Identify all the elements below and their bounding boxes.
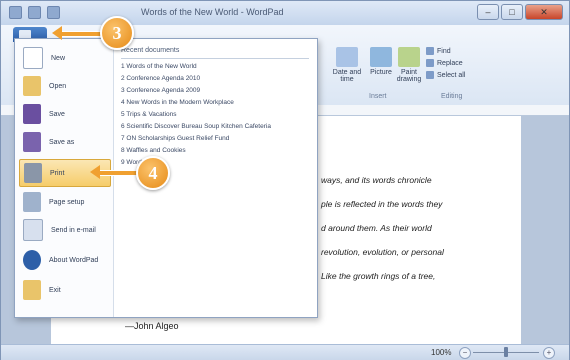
email-icon [23,219,43,241]
insert-group-label: Insert [369,93,387,100]
menu-item-new[interactable]: New [19,45,109,71]
close-button[interactable]: ✕ [525,4,563,20]
zoom-in-button[interactable]: + [543,347,555,359]
document-line: ple is reflected in the words they [321,199,443,209]
document-line: revolution, evolution, or personal [321,247,444,257]
maximize-button[interactable]: □ [501,4,523,20]
zoom-slider-thumb[interactable] [504,347,508,357]
window-title: Words of the New World - WordPad [141,7,284,17]
exit-icon [23,280,41,300]
recent-item[interactable]: 8 Waffles and Cookies [121,147,186,154]
printer-icon [24,163,42,183]
select-all-icon [426,71,434,79]
document-line: Like the growth rings of a tree, [321,271,436,281]
find-button[interactable]: Find [426,47,451,55]
editing-group-label: Editing [441,93,463,100]
document-line: d around them. As their world [321,223,432,233]
recent-item[interactable]: 4 New Words in the Modern Workplace [121,99,234,106]
status-bar: 100% − + [1,344,569,360]
about-icon [23,250,41,270]
recent-item[interactable]: 3 Conference Agenda 2009 [121,87,200,94]
qat-redo-icon[interactable] [47,6,60,19]
document-author: —John Algeo [125,321,179,331]
find-icon [426,47,434,55]
new-document-icon [23,47,43,69]
menu-item-page-setup[interactable]: Page setup [19,189,109,215]
qat-undo-icon[interactable] [28,6,41,19]
replace-button[interactable]: Replace [426,59,463,67]
save-as-icon [23,132,41,152]
menu-item-save[interactable]: Save [19,101,109,127]
menu-item-exit[interactable]: Exit [19,277,109,303]
step-4-callout: 4 [136,156,170,190]
zoom-out-button[interactable]: − [459,347,471,359]
paint-drawing-button[interactable]: Paint drawing [393,47,425,83]
replace-icon [426,59,434,67]
save-icon [23,104,41,124]
paint-icon [398,47,420,67]
open-folder-icon [23,76,41,96]
document-line: ways, and its words chronicle [321,175,432,185]
recent-divider [121,58,309,59]
calendar-icon [336,47,358,67]
title-bar: Words of the New World - WordPad – □ ✕ [1,1,569,25]
page-setup-icon [23,192,41,212]
step-3-callout: 3 [100,16,134,50]
menu-item-send-email[interactable]: Send in e-mail [19,217,109,243]
date-time-button[interactable]: Date and time [331,47,363,83]
menu-item-about[interactable]: About WordPad [19,247,109,273]
recent-item[interactable]: 2 Conference Agenda 2010 [121,75,200,82]
recent-item[interactable]: 5 Trips & Vacations [121,111,177,118]
recent-documents-title: Recent documents [121,47,180,54]
select-all-button[interactable]: Select all [426,71,465,79]
qat-save-icon[interactable] [9,6,22,19]
zoom-level: 100% [431,348,452,357]
recent-item[interactable]: 7 ON Scholarships Guest Relief Fund [121,135,229,142]
picture-icon [370,47,392,67]
recent-item[interactable]: 6 Scientific Discover Bureau Soup Kitche… [121,123,271,130]
menu-item-save-as[interactable]: Save as [19,129,109,155]
recent-item[interactable]: 1 Words of the New World [121,63,197,70]
minimize-button[interactable]: – [477,4,499,20]
menu-item-open[interactable]: Open [19,73,109,99]
quick-access-toolbar [9,6,60,19]
